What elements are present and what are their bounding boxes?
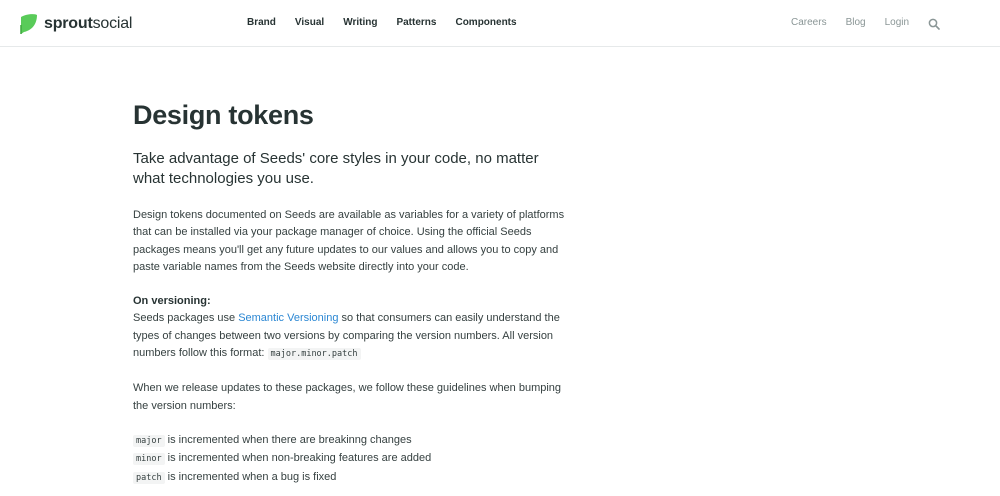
sproutsocial-logo[interactable]: sproutsocial: [18, 12, 132, 36]
list-item: minor is incremented when non-breaking f…: [133, 452, 432, 466]
main-content: Design tokens Take advantage of Seeds' c…: [133, 100, 573, 487]
nav-writing[interactable]: Writing: [343, 17, 377, 28]
list-item: major is incremented when there are brea…: [133, 433, 412, 447]
guideline-code-minor: minor: [133, 453, 165, 466]
nav-patterns[interactable]: Patterns: [396, 17, 436, 28]
top-header: sproutsocial Brand Visual Writing Patter…: [0, 0, 1000, 47]
nav-components[interactable]: Components: [455, 17, 516, 28]
logo-text: sproutsocial: [44, 15, 132, 33]
nav-careers[interactable]: Careers: [791, 17, 827, 28]
list-item: patch is incremented when a bug is fixed: [133, 470, 337, 484]
search-icon[interactable]: [928, 18, 940, 30]
nav-brand[interactable]: Brand: [247, 17, 276, 28]
leaf-icon: [20, 14, 37, 35]
guideline-text-patch: is incremented when a bug is fixed: [164, 470, 337, 483]
guideline-code-major: major: [133, 434, 165, 447]
secondary-nav: Careers Blog Login: [791, 17, 928, 28]
guideline-text-major: is incremented when there are breakinng …: [164, 433, 412, 446]
guideline-code-patch: patch: [133, 471, 165, 484]
versioning-text-before: Seeds packages use: [133, 312, 239, 325]
nav-blog[interactable]: Blog: [846, 17, 866, 28]
release-paragraph: When we release updates to these package…: [133, 382, 562, 412]
nav-login[interactable]: Login: [885, 17, 909, 28]
logo-text-bold: sprout: [44, 15, 93, 32]
versioning-heading: On versioning:: [133, 295, 211, 308]
versioning-paragraph: On versioning: Seeds packages use Semant…: [133, 293, 573, 363]
guidelines-list: major is incremented when there are brea…: [133, 432, 573, 487]
main-nav: Brand Visual Writing Patterns Components: [247, 17, 536, 28]
version-format-code: major.minor.patch: [267, 348, 361, 361]
nav-visual[interactable]: Visual: [295, 17, 324, 28]
semantic-versioning-link[interactable]: Semantic Versioning: [238, 312, 338, 324]
lead-text: Take advantage of Seeds' core styles in …: [133, 150, 539, 187]
guideline-text-minor: is incremented when non-breaking feature…: [164, 452, 432, 465]
page-title: Design tokens: [133, 100, 314, 130]
logo-text-regular: social: [92, 15, 133, 32]
intro-paragraph: Design tokens documented on Seeds are av…: [133, 209, 565, 273]
